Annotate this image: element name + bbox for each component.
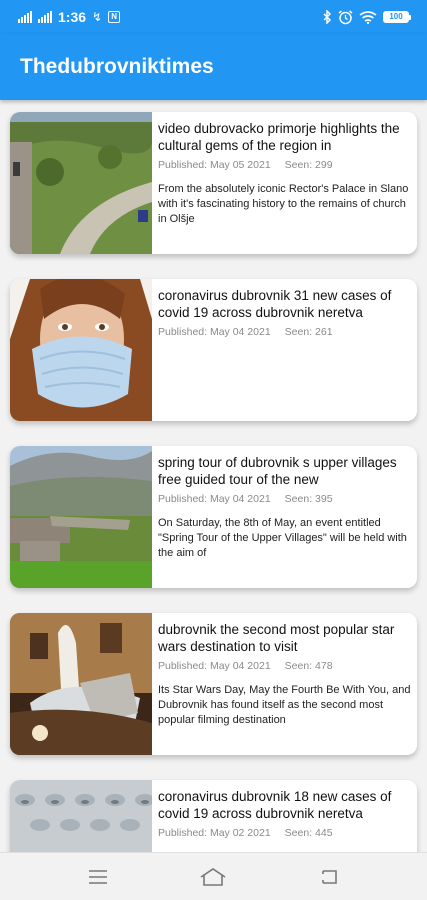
usb-icon: ↯ <box>92 10 103 24</box>
article-title[interactable]: dubrovnik the second most popular star w… <box>158 621 411 655</box>
menu-icon <box>88 869 107 884</box>
article-info: coronavirus dubrovnik 18 new cases of co… <box>152 780 417 852</box>
article-excerpt: Its Star Wars Day, May the Fourth Be Wit… <box>158 684 411 726</box>
article-thumbnail <box>10 780 152 852</box>
wifi-icon <box>359 10 377 24</box>
article-info: coronavirus dubrovnik 31 new cases of co… <box>152 279 417 421</box>
article-card[interactable]: dubrovnik the second most popular star w… <box>10 613 417 755</box>
home-icon <box>201 867 226 886</box>
seen-count: Seen: 261 <box>284 326 333 338</box>
seen-count: Seen: 445 <box>284 827 333 839</box>
signal-icon <box>38 11 52 23</box>
article-card[interactable]: coronavirus dubrovnik 31 new cases of co… <box>10 279 417 421</box>
bluetooth-icon <box>323 10 332 24</box>
status-time: 1:36 <box>58 9 87 25</box>
article-card[interactable]: spring tour of dubrovnik s upper village… <box>10 446 417 588</box>
article-meta: Published: May 05 2021 Seen: 299 <box>158 159 411 171</box>
menu-button[interactable] <box>78 862 118 892</box>
article-thumbnail <box>10 279 152 421</box>
article-info: spring tour of dubrovnik s upper village… <box>152 446 417 588</box>
alarm-icon <box>338 9 353 24</box>
article-meta: Published: May 04 2021 Seen: 478 <box>158 660 411 672</box>
article-info: dubrovnik the second most popular star w… <box>152 613 417 755</box>
back-button[interactable] <box>309 862 349 892</box>
article-title[interactable]: video dubrovacko primorje highlights the… <box>158 120 411 154</box>
system-nav-bar <box>0 852 427 900</box>
battery-level: 100 <box>383 11 409 23</box>
published-date: Published: May 05 2021 <box>158 159 271 171</box>
article-excerpt: From the absolutely iconic Rector's Pala… <box>158 183 409 225</box>
seen-count: Seen: 395 <box>284 493 333 505</box>
published-date: Published: May 04 2021 <box>158 493 271 505</box>
status-left: 1:36 ↯ N <box>18 9 121 25</box>
article-thumbnail <box>10 112 152 254</box>
article-thumbnail <box>10 446 152 588</box>
back-icon <box>322 869 337 884</box>
battery-icon: 100 <box>383 11 411 23</box>
status-bar: 1:36 ↯ N 100 <box>0 0 427 34</box>
article-meta: Published: May 02 2021 Seen: 445 <box>158 827 411 839</box>
published-date: Published: May 04 2021 <box>158 326 271 338</box>
seen-count: Seen: 299 <box>284 159 333 171</box>
home-button[interactable] <box>193 862 233 892</box>
published-date: Published: May 04 2021 <box>158 660 271 672</box>
article-card[interactable]: coronavirus dubrovnik 18 new cases of co… <box>10 780 417 852</box>
article-feed[interactable]: video dubrovacko primorje highlights the… <box>0 100 427 852</box>
article-thumbnail <box>10 613 152 755</box>
status-right: 100 <box>322 9 411 25</box>
app-bar: Thedubrovniktimes <box>0 34 427 100</box>
nfc-icon: N <box>108 11 121 23</box>
article-title[interactable]: spring tour of dubrovnik s upper village… <box>158 454 411 488</box>
signal-icon <box>18 11 32 23</box>
article-excerpt: On Saturday, the 8th of May, an event en… <box>158 517 407 559</box>
article-title[interactable]: coronavirus dubrovnik 31 new cases of co… <box>158 287 411 321</box>
article-title[interactable]: coronavirus dubrovnik 18 new cases of co… <box>158 788 411 822</box>
article-card[interactable]: video dubrovacko primorje highlights the… <box>10 112 417 254</box>
app-title: Thedubrovniktimes <box>20 55 214 78</box>
seen-count: Seen: 478 <box>284 660 333 672</box>
article-info: video dubrovacko primorje highlights the… <box>152 112 417 254</box>
article-meta: Published: May 04 2021 Seen: 261 <box>158 326 411 338</box>
published-date: Published: May 02 2021 <box>158 827 271 839</box>
article-excerpt <box>158 349 411 394</box>
article-meta: Published: May 04 2021 Seen: 395 <box>158 493 411 505</box>
